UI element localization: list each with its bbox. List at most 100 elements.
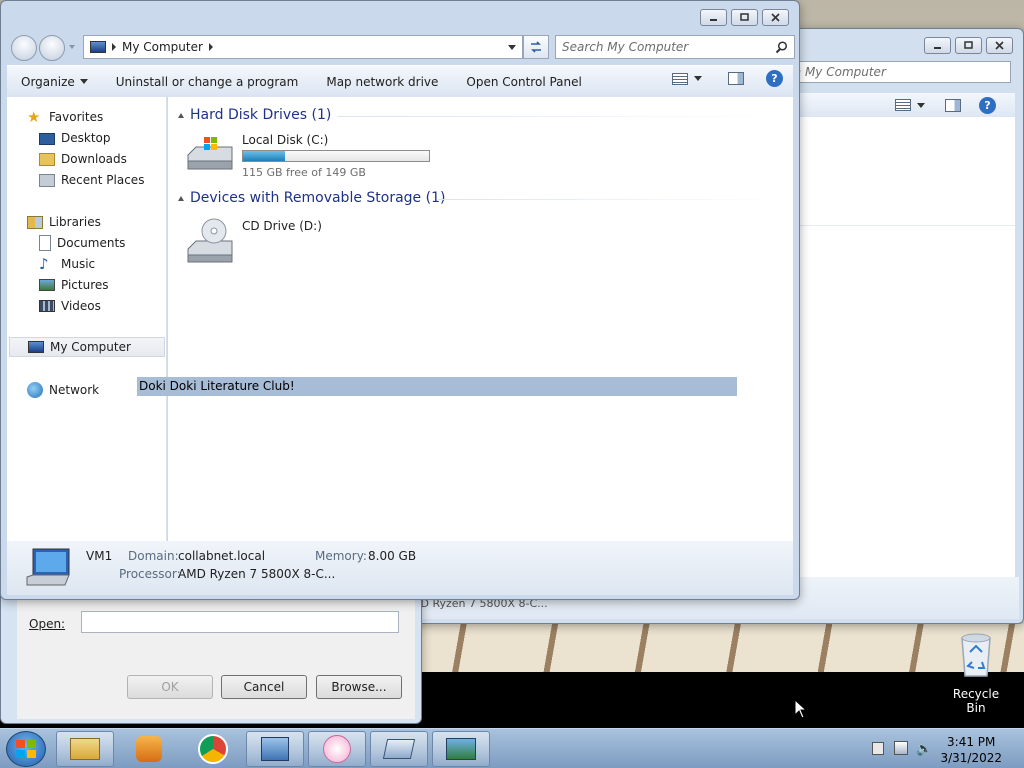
breadcrumb-separator-icon[interactable] <box>208 43 213 51</box>
search-icon <box>775 40 788 53</box>
nav-libraries[interactable]: Libraries <box>27 212 101 232</box>
maximize-button[interactable] <box>731 9 758 26</box>
browse-button[interactable]: Browse... <box>316 675 402 699</box>
taskbar-game[interactable] <box>308 731 366 767</box>
explorer-window[interactable]: My Computer Search My Computer Organize … <box>0 0 800 600</box>
computer-name: VM1 <box>86 549 113 563</box>
nav-pictures[interactable]: Pictures <box>39 275 109 295</box>
folder-icon <box>70 738 100 760</box>
minimize-button[interactable] <box>700 9 727 26</box>
system-tray: 🔈 3:41 PM 3/31/2022 <box>864 729 1024 768</box>
chevron-down-icon <box>79 79 88 84</box>
taskbar-explorer[interactable] <box>56 731 114 767</box>
network-status-icon[interactable] <box>894 741 908 755</box>
recycle-bin[interactable]: Recycle Bin <box>944 632 1008 715</box>
nav-network[interactable]: Network <box>27 380 99 400</box>
downloads-folder-icon <box>39 152 55 166</box>
close-button[interactable] <box>762 9 789 26</box>
taskbar-media-player[interactable] <box>120 731 178 767</box>
taskbar-chrome[interactable] <box>184 731 242 767</box>
recent-places-icon <box>39 173 55 187</box>
collapse-triangle-icon <box>178 112 184 118</box>
nav-my-computer[interactable]: My Computer <box>9 337 165 357</box>
window-controls <box>924 37 1013 54</box>
maximize-button[interactable] <box>955 37 982 54</box>
ok-button[interactable]: OK <box>127 675 213 699</box>
recycle-bin-label: Recycle Bin <box>952 687 1000 715</box>
taskbar: 🔈 3:41 PM 3/31/2022 <box>0 728 1024 768</box>
drive-name: CD Drive (D:) <box>242 219 322 233</box>
picture-viewer-icon <box>446 738 476 760</box>
domain-label: Domain: <box>128 549 179 563</box>
start-button[interactable] <box>6 731 46 767</box>
run-icon <box>382 739 416 759</box>
drive-d[interactable]: CD Drive (D:) <box>186 217 322 265</box>
pictures-icon <box>39 279 55 291</box>
collapse-triangle-icon <box>178 195 184 201</box>
group-divider <box>438 199 778 200</box>
recent-pages-chevron-icon[interactable] <box>69 45 75 49</box>
group-header-hard-disk[interactable]: Hard Disk Drives (1) <box>178 107 331 123</box>
memory-value: 8.00 GB <box>368 549 417 563</box>
view-controls: ? <box>672 70 783 87</box>
taskbar-picture-viewer[interactable] <box>432 731 490 767</box>
preview-pane-icon[interactable] <box>728 72 744 85</box>
search-input[interactable]: rch My Computer <box>779 61 1011 83</box>
taskbar-run[interactable] <box>370 731 428 767</box>
address-bar[interactable]: My Computer <box>83 35 523 59</box>
nav-label: Music <box>61 257 96 271</box>
close-button[interactable] <box>986 37 1013 54</box>
breadcrumb-my-computer[interactable]: My Computer <box>122 40 203 54</box>
nav-music[interactable]: ♪ Music <box>39 254 95 274</box>
drive-free-space: 115 GB free of 149 GB <box>242 166 366 179</box>
organize-label: Organize <box>21 74 75 89</box>
uninstall-program-button[interactable]: Uninstall or change a program <box>102 69 313 95</box>
map-network-drive-button[interactable]: Map network drive <box>312 69 452 95</box>
back-button[interactable] <box>11 35 37 61</box>
nav-documents[interactable]: Documents <box>39 233 125 253</box>
nav-desktop[interactable]: Desktop <box>39 128 111 148</box>
nav-label: Documents <box>57 236 126 250</box>
details-pane: VM1 Domain: collabnet.local Memory: 8.00… <box>7 541 793 595</box>
libraries-icon <box>27 215 43 229</box>
volume-icon[interactable]: 🔈 <box>916 742 932 757</box>
taskbar-system[interactable] <box>246 731 304 767</box>
action-center-flag-icon[interactable] <box>872 742 884 755</box>
search-input[interactable]: Search My Computer <box>555 35 795 59</box>
help-icon[interactable]: ? <box>979 97 996 114</box>
group-title: Devices with Removable Storage (1) <box>190 190 446 206</box>
address-dropdown-icon[interactable] <box>508 45 516 50</box>
star-icon: ★ <box>27 108 41 126</box>
window-controls <box>700 9 789 26</box>
breadcrumb-separator-icon[interactable] <box>112 43 116 51</box>
cancel-button[interactable]: Cancel <box>221 675 307 699</box>
chevron-down-icon[interactable] <box>694 76 702 81</box>
capacity-fill <box>243 151 286 161</box>
help-icon[interactable]: ? <box>766 70 783 87</box>
nav-label: Libraries <box>49 215 101 229</box>
rename-text-box[interactable]: Doki Doki Literature Club! <box>137 377 737 396</box>
organize-button[interactable]: Organize <box>7 69 102 95</box>
open-control-panel-button[interactable]: Open Control Panel <box>452 69 595 95</box>
computer-icon <box>90 41 106 53</box>
forward-button[interactable] <box>39 35 65 61</box>
minimize-button[interactable] <box>924 37 951 54</box>
group-header-removable[interactable]: Devices with Removable Storage (1) <box>178 190 445 206</box>
open-input[interactable] <box>81 611 399 633</box>
navigation-bar: My Computer Search My Computer <box>7 31 795 63</box>
drive-c[interactable]: Local Disk (C:) 115 GB free of 149 GB <box>186 133 430 179</box>
nav-videos[interactable]: Videos <box>39 296 101 316</box>
preview-pane-icon[interactable] <box>945 99 961 112</box>
refresh-button[interactable] <box>523 35 549 59</box>
nav-label: My Computer <box>50 340 131 354</box>
videos-film-icon <box>39 300 55 312</box>
command-bar: ? <box>795 93 1015 119</box>
clock[interactable]: 3:41 PM 3/31/2022 <box>940 734 1002 766</box>
nav-favorites[interactable]: ★ Favorites <box>27 107 103 127</box>
view-options-icon[interactable] <box>895 99 911 111</box>
nav-recent-places[interactable]: Recent Places <box>39 170 144 190</box>
content-pane <box>795 117 1015 597</box>
chevron-down-icon[interactable] <box>917 103 925 108</box>
nav-downloads[interactable]: Downloads <box>39 149 127 169</box>
view-options-icon[interactable] <box>672 72 688 85</box>
